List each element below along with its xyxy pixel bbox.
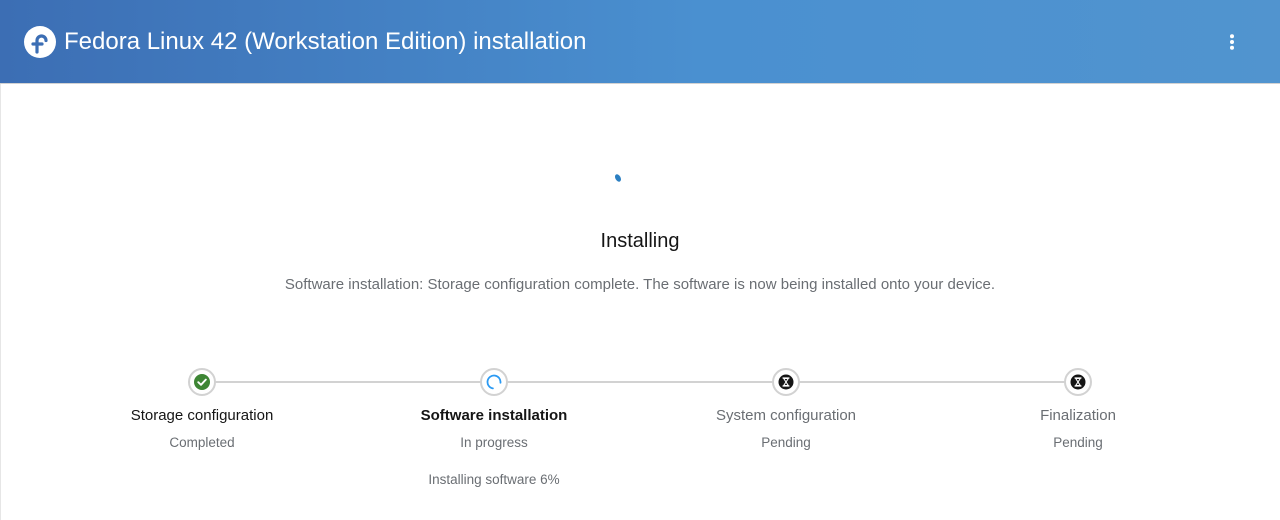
step-status: Pending — [761, 435, 811, 450]
step-title: System configuration — [715, 407, 857, 424]
installing-description: Software installation: Storage configura… — [284, 276, 996, 293]
loading-spinner-icon — [612, 171, 624, 185]
installing-heading: Installing — [600, 230, 680, 252]
hourglass-icon — [1064, 368, 1092, 396]
step-title: Storage configuration — [130, 407, 274, 424]
app-title: Fedora Linux 42 (Workstation Edition) in… — [64, 28, 587, 55]
hourglass-icon — [772, 368, 800, 396]
content-border — [0, 84, 1, 520]
step-title: Software installation — [420, 407, 568, 424]
kebab-menu-icon[interactable] — [1216, 26, 1248, 58]
fedora-logo-icon — [24, 26, 56, 58]
progress-stepper-line — [202, 381, 1078, 383]
step-status: In progress — [460, 435, 528, 450]
step-status: Completed — [169, 435, 235, 450]
step-title: Finalization — [1040, 407, 1116, 424]
in-progress-spinner-icon — [480, 368, 508, 396]
step-status: Pending — [1053, 435, 1103, 450]
app-header: Fedora Linux 42 (Workstation Edition) in… — [0, 0, 1280, 84]
check-circle-icon — [188, 368, 216, 396]
step-progress-detail: Installing software 6% — [428, 472, 560, 487]
